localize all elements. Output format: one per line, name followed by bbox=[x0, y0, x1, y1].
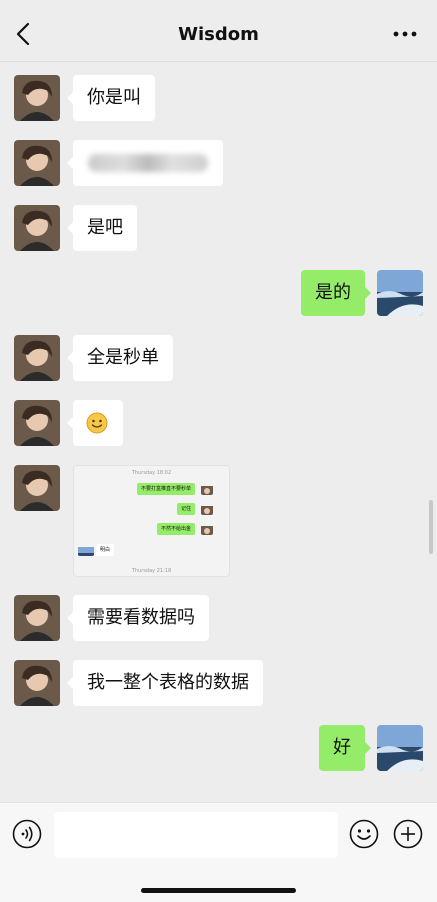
avatar[interactable] bbox=[14, 335, 60, 381]
mini-message: 记住 bbox=[176, 503, 195, 515]
mini-message: 不然不给出金 bbox=[156, 523, 195, 535]
mini-message: 不要打盒推直不要秒单 bbox=[136, 483, 195, 495]
message-row bbox=[0, 140, 437, 188]
smile-emoji-icon bbox=[86, 412, 108, 434]
message-row bbox=[0, 400, 437, 448]
input-bar bbox=[0, 802, 437, 902]
mini-avatar bbox=[201, 523, 213, 535]
plus-icon bbox=[393, 819, 423, 849]
avatar[interactable] bbox=[14, 465, 60, 511]
mini-avatar bbox=[201, 483, 213, 495]
message-bubble[interactable]: 你是叫 bbox=[67, 75, 155, 121]
chat-title: Wisdom bbox=[178, 24, 259, 45]
mini-timestamp: Thursday 21:18 bbox=[131, 568, 172, 574]
mini-avatar bbox=[201, 503, 213, 515]
mini-timestamp: Thursday 18:02 bbox=[131, 470, 172, 476]
message-bubble[interactable]: 是的 bbox=[301, 270, 371, 316]
more-icon bbox=[393, 31, 417, 37]
avatar[interactable] bbox=[14, 595, 60, 641]
message-bubble[interactable]: 我一整个表格的数据 bbox=[67, 660, 263, 706]
more-button[interactable] bbox=[391, 22, 419, 46]
message-bubble[interactable]: 好 bbox=[319, 725, 371, 771]
message-row: 全是秒单 bbox=[0, 335, 437, 383]
voice-icon bbox=[12, 819, 42, 849]
emoji-button[interactable] bbox=[349, 819, 379, 849]
mini-message: 明白 bbox=[96, 544, 115, 556]
avatar[interactable] bbox=[14, 400, 60, 446]
voice-button[interactable] bbox=[12, 819, 42, 849]
avatar[interactable] bbox=[14, 660, 60, 706]
redaction-blur bbox=[88, 154, 208, 172]
message-row: 好 bbox=[0, 725, 437, 773]
message-input[interactable] bbox=[54, 812, 338, 858]
plus-button[interactable] bbox=[393, 819, 423, 849]
message-row: 是的 bbox=[0, 270, 437, 318]
scrollbar[interactable] bbox=[429, 500, 433, 554]
home-indicator[interactable] bbox=[141, 888, 296, 893]
message-bubble[interactable]: 是吧 bbox=[67, 205, 137, 251]
message-row: Thursday 18:02 不要打盒推直不要秒单 记住 不然不给出金 明白 T… bbox=[0, 465, 437, 577]
message-bubble[interactable]: 需要看数据吗 bbox=[67, 595, 209, 641]
message-row: 是吧 bbox=[0, 205, 437, 253]
message-row: 我一整个表格的数据 bbox=[0, 660, 437, 708]
image-message[interactable]: Thursday 18:02 不要打盒推直不要秒单 记住 不然不给出金 明白 T… bbox=[73, 465, 230, 577]
avatar[interactable] bbox=[14, 75, 60, 121]
chat-header: Wisdom bbox=[0, 0, 437, 62]
my-avatar[interactable] bbox=[377, 725, 423, 771]
avatar[interactable] bbox=[14, 140, 60, 186]
mini-avatar bbox=[78, 544, 94, 556]
my-avatar[interactable] bbox=[377, 270, 423, 316]
emoji-icon bbox=[349, 819, 379, 849]
message-bubble[interactable]: 全是秒单 bbox=[67, 335, 173, 381]
message-list[interactable]: 你是叫 是吧 是的 全是秒单 Thursday 18:02 不要打盒推直不要秒单… bbox=[0, 62, 437, 802]
message-row: 需要看数据吗 bbox=[0, 595, 437, 643]
avatar[interactable] bbox=[14, 205, 60, 251]
message-row: 你是叫 bbox=[0, 75, 437, 123]
